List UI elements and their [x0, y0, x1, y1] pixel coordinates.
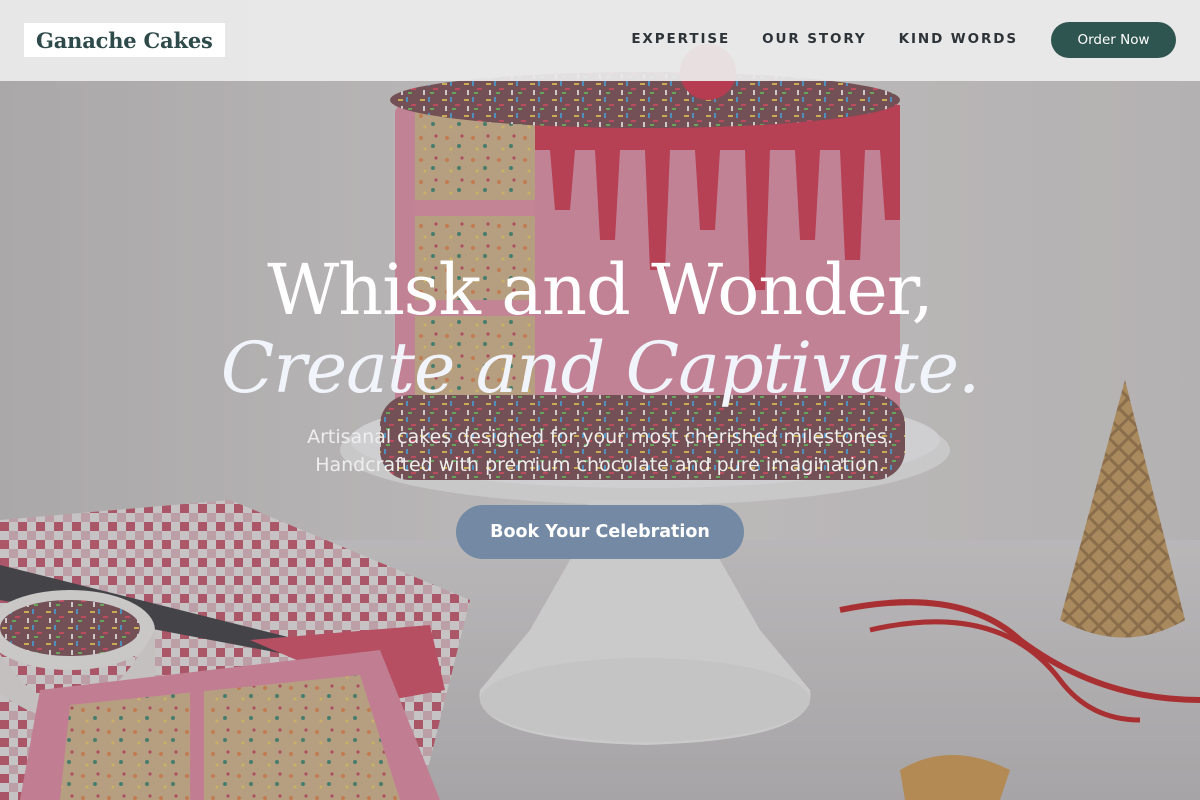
- nav-link-expertise[interactable]: EXPERTISE: [631, 31, 730, 47]
- hero-headline-line-1: Whisk and Wonder,: [267, 249, 934, 331]
- book-celebration-button[interactable]: Book Your Celebration: [456, 505, 744, 559]
- logo[interactable]: Ganache Cakes: [24, 23, 225, 57]
- site-header: Ganache Cakes EXPERTISE OUR STORY KIND W…: [0, 0, 1200, 81]
- nav-link-our-story[interactable]: OUR STORY: [762, 31, 866, 47]
- main-nav: EXPERTISE OUR STORY KIND WORDS: [631, 31, 1018, 47]
- nav-link-kind-words[interactable]: KIND WORDS: [899, 31, 1018, 47]
- logo-text: Ganache Cakes: [36, 27, 213, 53]
- hero-headline: Whisk and Wonder, Create and Captivate.: [0, 250, 1200, 406]
- hero-headline-line-2: Create and Captivate.: [220, 327, 981, 409]
- hero-subtitle-line-2: Handcrafted with premium chocolate and p…: [315, 454, 885, 476]
- hero-subtitle-line-1: Artisanal cakes designed for your most c…: [307, 426, 893, 448]
- hero-subtitle: Artisanal cakes designed for your most c…: [0, 423, 1200, 479]
- order-now-button[interactable]: Order Now: [1051, 22, 1176, 58]
